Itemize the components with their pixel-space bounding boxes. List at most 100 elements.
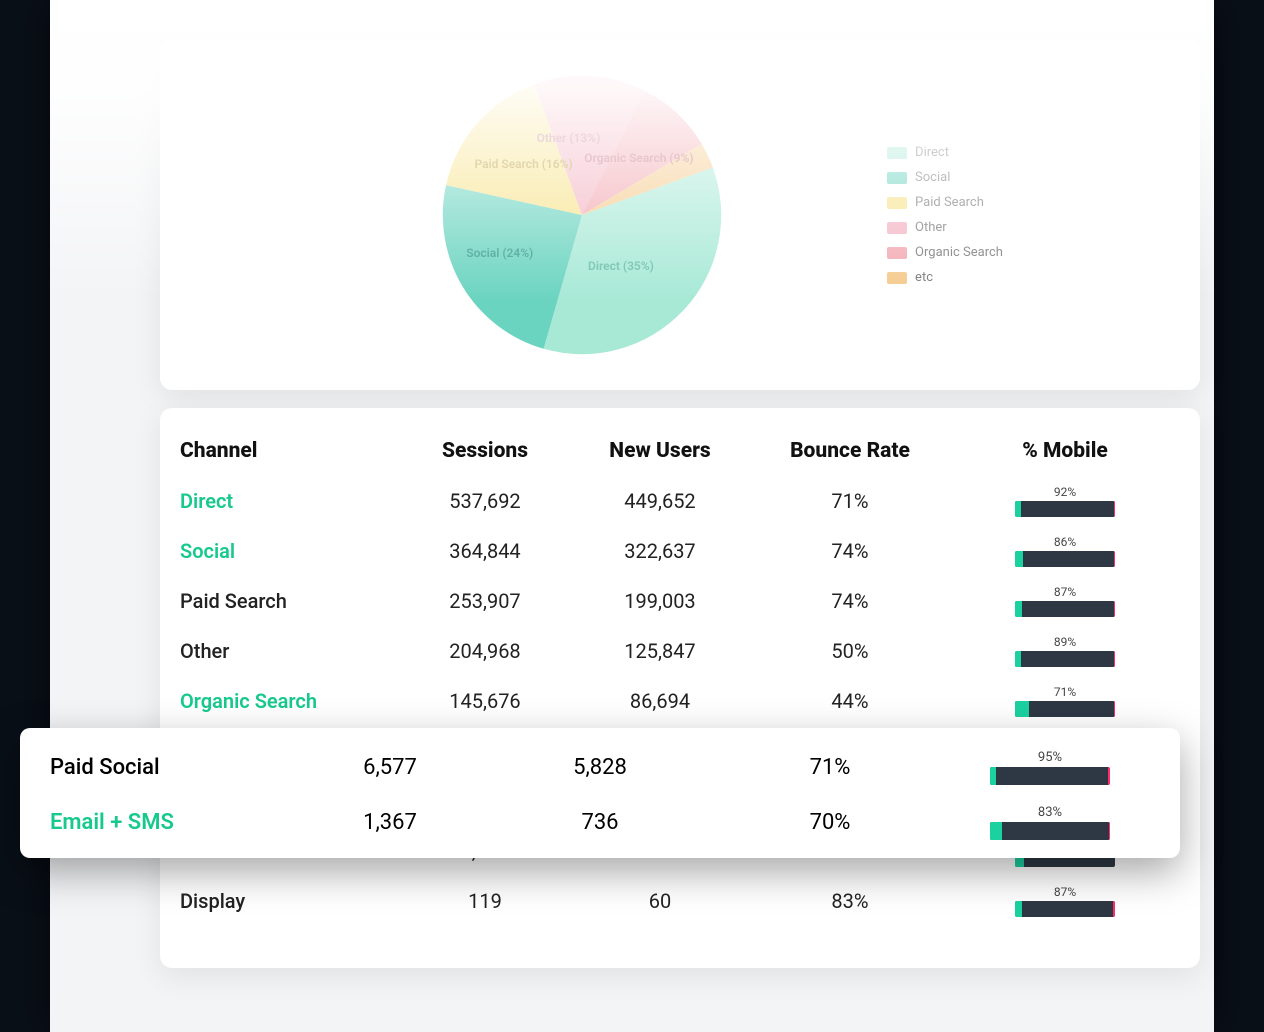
th-channel: Channel xyxy=(180,439,400,463)
cell-new-users: 60 xyxy=(570,889,750,913)
cell-new-users: 5,828 xyxy=(490,755,710,780)
mobile-bar-icon xyxy=(1015,551,1115,567)
table-row: Direct537,692449,65271% 92% xyxy=(180,476,1180,526)
mobile-bar-icon xyxy=(1015,901,1115,917)
table-row: Other204,968125,84750% 89% xyxy=(180,626,1180,676)
cell-channel: Paid Social xyxy=(50,755,290,780)
cell-sessions: 364,844 xyxy=(400,539,570,563)
cell-bounce-rate: 71% xyxy=(710,755,950,780)
legend-swatch-icon xyxy=(887,247,907,259)
table-row: Display1196083% 87% xyxy=(180,876,1180,926)
legend-label: Social xyxy=(915,170,950,185)
mobile-bar-icon xyxy=(1015,501,1115,517)
cell-channel: Organic Search xyxy=(180,689,400,713)
mobile-pct-label: 92% xyxy=(1054,485,1076,499)
th-bounce-rate: Bounce Rate xyxy=(750,439,950,463)
legend-item: Other xyxy=(887,220,1003,235)
mobile-bar-icon xyxy=(990,767,1110,785)
table-row: Paid Search253,907199,00374% 87% xyxy=(180,576,1180,626)
cell-mobile-pct: 92% xyxy=(950,485,1180,517)
mobile-pct-label: 89% xyxy=(1054,635,1076,649)
table-row: Email + SMS1,36773670% 83% xyxy=(50,795,1150,850)
legend-item: etc xyxy=(887,270,1003,285)
cell-mobile-pct: 83% xyxy=(950,805,1150,840)
cell-sessions: 145,676 xyxy=(400,689,570,713)
legend-label: Other xyxy=(915,220,947,235)
mobile-bar-icon xyxy=(1015,601,1115,617)
pie-slice-label: Social (24%) xyxy=(466,246,533,260)
cell-mobile-pct: 89% xyxy=(950,635,1180,667)
legend-swatch-icon xyxy=(887,147,907,159)
th-sessions: Sessions xyxy=(400,439,570,463)
mobile-pct-label: 87% xyxy=(1054,885,1076,899)
legend-label: Organic Search xyxy=(915,245,1003,260)
cell-bounce-rate: 44% xyxy=(750,689,950,713)
cell-new-users: 322,637 xyxy=(570,539,750,563)
cell-sessions: 119 xyxy=(400,889,570,913)
cell-sessions: 253,907 xyxy=(400,589,570,613)
legend-swatch-icon xyxy=(887,197,907,209)
highlight-overlay-card: Paid Social6,5775,82871% 95% Email + SMS1,… xyxy=(20,728,1180,858)
cell-mobile-pct: 87% xyxy=(950,885,1180,917)
cell-channel: Other xyxy=(180,639,400,663)
legend-item: Organic Search xyxy=(887,245,1003,260)
pie-chart-card: Direct (35%) Social (24%) Paid Search (16%… xyxy=(160,40,1200,390)
cell-channel: Paid Search xyxy=(180,589,400,613)
legend-item: Paid Search xyxy=(887,195,1003,210)
mobile-bar-icon xyxy=(990,822,1110,840)
cell-bounce-rate: 74% xyxy=(750,539,950,563)
cell-sessions: 204,968 xyxy=(400,639,570,663)
legend-label: Paid Search xyxy=(915,195,984,210)
cell-bounce-rate: 71% xyxy=(750,489,950,513)
th-new-users: New Users xyxy=(570,439,750,463)
mobile-pct-label: 87% xyxy=(1054,585,1076,599)
pie-slice-label: Organic Search (9%) xyxy=(584,151,693,165)
cell-mobile-pct: 71% xyxy=(950,685,1180,717)
mobile-pct-label: 95% xyxy=(1038,750,1062,765)
pie-svg xyxy=(437,70,727,360)
dashboard-page: Direct (35%) Social (24%) Paid Search (16%… xyxy=(50,0,1214,1032)
cell-channel: Direct xyxy=(180,489,400,513)
cell-channel: Social xyxy=(180,539,400,563)
cell-sessions: 6,577 xyxy=(290,755,490,780)
legend-swatch-icon xyxy=(887,222,907,234)
cell-mobile-pct: 87% xyxy=(950,585,1180,617)
cell-bounce-rate: 70% xyxy=(710,810,950,835)
th-mobile-pct: % Mobile xyxy=(950,439,1180,463)
legend-label: etc xyxy=(915,270,933,285)
pie-legend: Direct Social Paid Search Other Organic Sear… xyxy=(887,145,1003,285)
cell-new-users: 125,847 xyxy=(570,639,750,663)
cell-mobile-pct: 95% xyxy=(950,750,1150,785)
cell-channel: Email + SMS xyxy=(50,810,290,835)
cell-sessions: 1,367 xyxy=(290,810,490,835)
table-row: Organic Search145,67686,69444% 71% xyxy=(180,676,1180,726)
legend-swatch-icon xyxy=(887,272,907,284)
cell-new-users: 199,003 xyxy=(570,589,750,613)
cell-mobile-pct: 86% xyxy=(950,535,1180,567)
channel-table-card: Channel Sessions New Users Bounce Rate %… xyxy=(160,408,1200,968)
pie-slice-label: Other (13%) xyxy=(537,131,601,145)
cell-channel: Display xyxy=(180,889,400,913)
cell-bounce-rate: 83% xyxy=(750,889,950,913)
pie-slice-label: Direct (35%) xyxy=(588,259,654,273)
table-row: Social364,844322,63774% 86% xyxy=(180,526,1180,576)
legend-label: Direct xyxy=(915,145,949,160)
mobile-bar-icon xyxy=(1015,701,1115,717)
cell-bounce-rate: 74% xyxy=(750,589,950,613)
pie-slice-label: Paid Search (16%) xyxy=(474,157,572,171)
legend-item: Social xyxy=(887,170,1003,185)
mobile-bar-icon xyxy=(1015,651,1115,667)
cell-new-users: 736 xyxy=(490,810,710,835)
mobile-pct-label: 86% xyxy=(1054,535,1076,549)
table-row: Paid Social6,5775,82871% 95% xyxy=(50,740,1150,795)
table-header-row: Channel Sessions New Users Bounce Rate %… xyxy=(180,426,1180,476)
legend-item: Direct xyxy=(887,145,1003,160)
pie-chart: Direct (35%) Social (24%) Paid Search (16%… xyxy=(437,70,727,360)
legend-swatch-icon xyxy=(887,172,907,184)
cell-new-users: 86,694 xyxy=(570,689,750,713)
mobile-pct-label: 83% xyxy=(1038,805,1062,820)
cell-new-users: 449,652 xyxy=(570,489,750,513)
cell-sessions: 537,692 xyxy=(400,489,570,513)
mobile-pct-label: 71% xyxy=(1054,685,1076,699)
cell-bounce-rate: 50% xyxy=(750,639,950,663)
